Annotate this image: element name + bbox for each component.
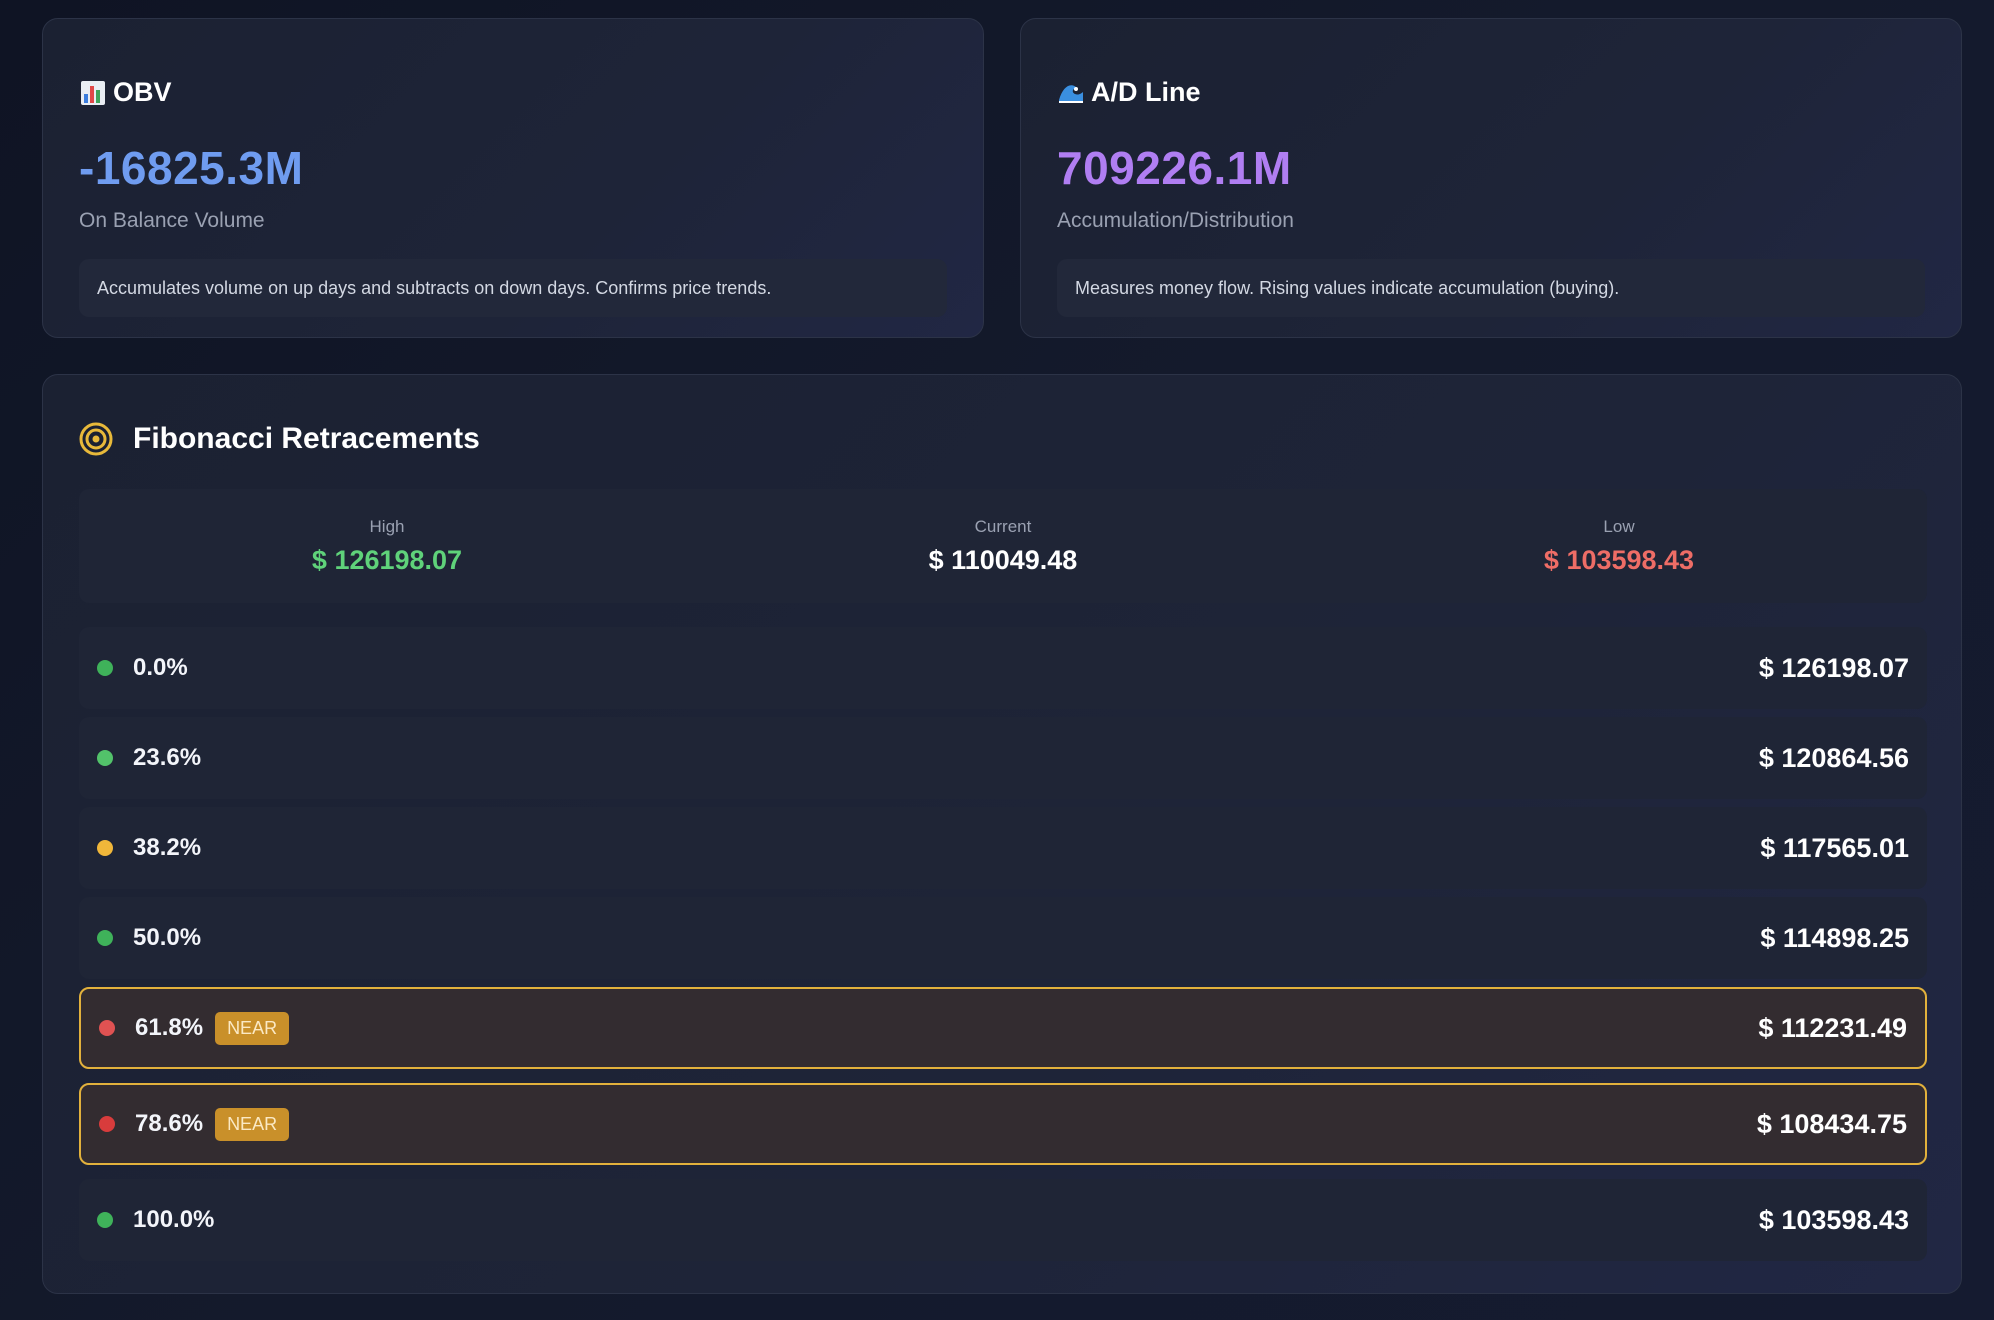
summary-current-value: $ 110049.48 bbox=[928, 544, 1078, 575]
fibonacci-level-row: 100.0% $ 103598.43 bbox=[79, 1179, 1927, 1261]
level-price: $ 112231.49 bbox=[1758, 1012, 1907, 1043]
ad-value: 709226.1M bbox=[1057, 142, 1292, 194]
fibonacci-card: Fibonacci Retracements High $ 126198.07 … bbox=[42, 374, 1962, 1294]
level-price: $ 126198.07 bbox=[1758, 652, 1909, 683]
ad-description: Measures money flow. Rising values indic… bbox=[1057, 259, 1925, 317]
level-status-dot bbox=[97, 1212, 113, 1228]
fibonacci-level-row: 0.0% $ 126198.07 bbox=[79, 627, 1927, 709]
wave-icon bbox=[1057, 79, 1085, 107]
fibonacci-level-row: 50.0% $ 114898.25 bbox=[79, 897, 1927, 979]
level-percent: 23.6% bbox=[133, 744, 202, 771]
level-price: $ 108434.75 bbox=[1756, 1108, 1907, 1139]
level-price: $ 120864.56 bbox=[1758, 742, 1909, 773]
page: OBV -16825.3M On Balance Volume Accumula… bbox=[0, 0, 1994, 1320]
obv-description: Accumulates volume on up days and subtra… bbox=[79, 259, 947, 317]
level-percent: 61.8% bbox=[135, 1014, 204, 1041]
level-percent: 78.6% bbox=[135, 1110, 204, 1137]
summary-low-value: $ 103598.43 bbox=[1543, 544, 1695, 575]
summary-high: High $ 126198.07 bbox=[79, 489, 695, 603]
level-status-dot bbox=[97, 660, 113, 676]
ad-title: A/D Line bbox=[1057, 77, 1201, 108]
level-price: $ 114898.25 bbox=[1760, 922, 1909, 953]
fibonacci-title: Fibonacci Retracements bbox=[79, 415, 480, 463]
summary-high-value: $ 126198.07 bbox=[311, 544, 463, 575]
level-status-dot bbox=[97, 750, 113, 766]
summary-current: Current $ 110049.48 bbox=[695, 489, 1311, 603]
bar-chart-icon bbox=[79, 79, 107, 107]
fibonacci-level-row: 78.6% NEAR $ 108434.75 bbox=[79, 1083, 1927, 1165]
summary-low-label: Low bbox=[1603, 516, 1635, 536]
obv-title-label: OBV bbox=[113, 77, 172, 107]
obv-card: OBV -16825.3M On Balance Volume Accumula… bbox=[42, 18, 984, 338]
obv-subtitle: On Balance Volume bbox=[79, 209, 265, 232]
fibonacci-summary: High $ 126198.07 Current $ 110049.48 Low… bbox=[79, 489, 1927, 603]
ad-title-label: A/D Line bbox=[1091, 77, 1201, 107]
fibonacci-levels: 0.0% $ 126198.07 23.6% $ 120864.56 38.2% $ 11… bbox=[79, 627, 1927, 1269]
level-percent: 100.0% bbox=[133, 1206, 215, 1233]
level-status-dot bbox=[97, 930, 113, 946]
obv-title: OBV bbox=[79, 77, 172, 108]
level-status-dot bbox=[97, 840, 113, 856]
near-badge: NEAR bbox=[215, 1107, 290, 1141]
level-percent: 0.0% bbox=[133, 654, 188, 681]
summary-current-label: Current bbox=[974, 516, 1032, 536]
level-percent: 38.2% bbox=[133, 834, 202, 861]
obv-description-text: Accumulates volume on up days and subtra… bbox=[97, 277, 772, 298]
fibonacci-level-row: 23.6% $ 120864.56 bbox=[79, 717, 1927, 799]
near-badge: NEAR bbox=[215, 1011, 290, 1045]
obv-value: -16825.3M bbox=[79, 142, 304, 194]
summary-low: Low $ 103598.43 bbox=[1311, 489, 1927, 603]
fibonacci-title-label: Fibonacci Retracements bbox=[133, 422, 480, 455]
summary-high-label: High bbox=[369, 516, 405, 536]
target-icon bbox=[79, 422, 113, 456]
level-percent: 50.0% bbox=[133, 924, 202, 951]
level-price: $ 117565.01 bbox=[1760, 832, 1909, 863]
level-price: $ 103598.43 bbox=[1758, 1204, 1909, 1235]
ad-line-card: A/D Line 709226.1M Accumulation/Distribu… bbox=[1020, 18, 1962, 338]
ad-subtitle: Accumulation/Distribution bbox=[1057, 209, 1294, 232]
fibonacci-level-row: 61.8% NEAR $ 112231.49 bbox=[79, 987, 1927, 1069]
level-status-dot bbox=[99, 1116, 115, 1132]
ad-description-text: Measures money flow. Rising values indic… bbox=[1075, 277, 1620, 298]
fibonacci-level-row: 38.2% $ 117565.01 bbox=[79, 807, 1927, 889]
level-status-dot bbox=[99, 1020, 115, 1036]
